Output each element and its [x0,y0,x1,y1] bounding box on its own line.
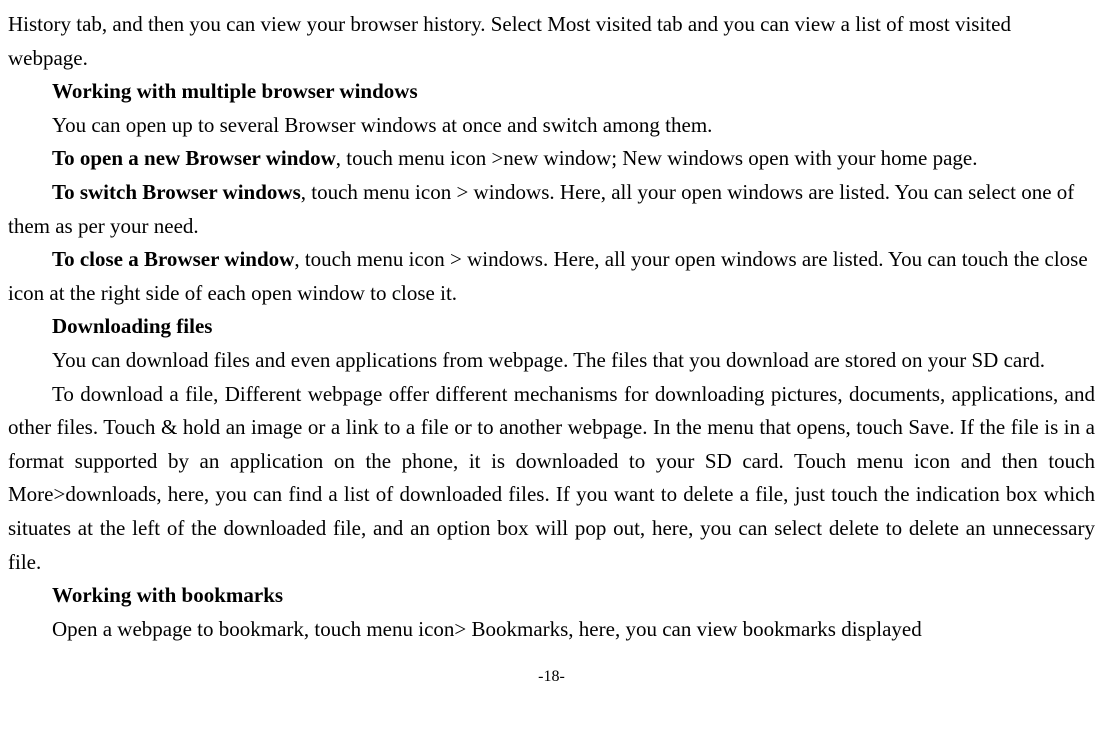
paragraph-history-continuation: History tab, and then you can view your … [8,8,1095,75]
bold-open-new-window: To open a new Browser window [52,146,336,170]
paragraph-close-window: To close a Browser window, touch menu ic… [8,243,1095,310]
heading-downloading-files: Downloading files [8,310,1095,344]
heading-bookmarks: Working with bookmarks [8,579,1095,613]
text-close-window-a: , touch menu icon > windows. Here, all y… [294,247,888,271]
paragraph-open-several: You can open up to several Browser windo… [8,109,1095,143]
page-number: -18- [8,664,1095,690]
paragraph-download-details: To download a file, Different webpage of… [8,378,1095,580]
paragraph-bookmarks-intro: Open a webpage to bookmark, touch menu i… [8,613,1095,647]
text-switch-windows-a: , touch menu icon > windows. Here, all y… [301,180,895,204]
heading-multiple-windows: Working with multiple browser windows [8,75,1095,109]
text-open-new-window: , touch menu icon >new window; New windo… [336,146,978,170]
bold-switch-windows: To switch Browser windows [52,180,301,204]
bold-close-window: To close a Browser window [52,247,294,271]
paragraph-switch-windows: To switch Browser windows, touch menu ic… [8,176,1095,243]
paragraph-open-new-window: To open a new Browser window, touch menu… [8,142,1095,176]
paragraph-download-intro: You can download files and even applicat… [8,344,1095,378]
